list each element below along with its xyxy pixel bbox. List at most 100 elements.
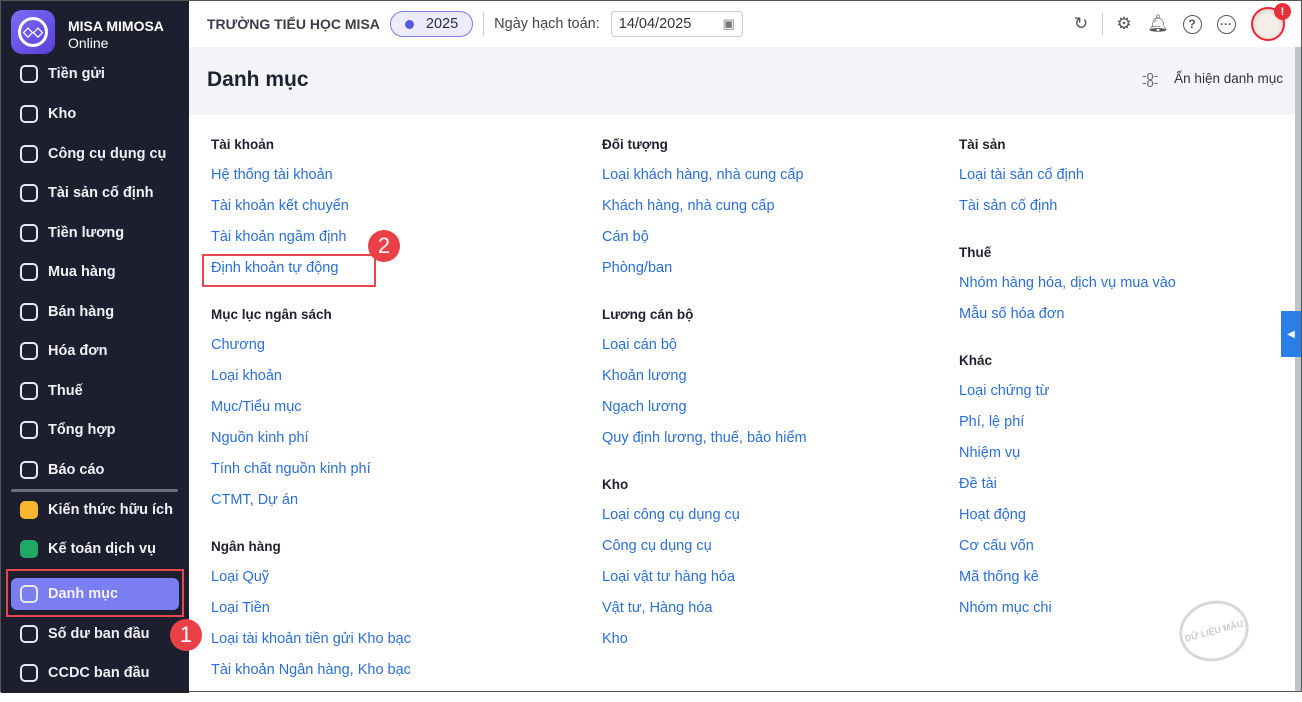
page-header-bg <box>189 47 1301 115</box>
truck-icon <box>20 184 38 202</box>
category-link[interactable]: Loại Tiền <box>211 593 411 624</box>
section-title: Lương cán bộ <box>602 307 694 322</box>
category-link[interactable]: Loại chứng từ <box>959 376 1176 407</box>
avatar[interactable]: ! <box>1251 3 1291 41</box>
sidebar-item[interactable]: Mua hàng <box>11 256 179 288</box>
category-section: Kho Loại công cụ dụng cụ Công cụ dụng cụ Lo… <box>602 470 807 655</box>
category-link[interactable]: Quy định lương, thuế, bảo hiểm <box>602 423 807 454</box>
bell-icon[interactable]: 🔔︎ <box>1141 7 1175 41</box>
sidebar-item[interactable]: Thuế <box>11 375 179 407</box>
dot-icon <box>404 19 414 29</box>
help-icon[interactable]: ? <box>1175 7 1209 41</box>
category-link[interactable]: Cán bộ <box>602 222 807 253</box>
sidebar-item[interactable]: Kế toán dịch vụ <box>11 533 179 565</box>
sidebar-item[interactable]: Bán hàng <box>11 296 179 328</box>
sidebar-item[interactable]: CCDC ban đầu <box>11 657 179 689</box>
category-link[interactable]: Loại Quỹ <box>211 562 411 593</box>
category-link[interactable]: Tài sản cố định <box>959 191 1176 222</box>
sidebar-item[interactable]: Tiền lương <box>11 217 179 249</box>
more-icon[interactable]: ··· <box>1209 7 1243 41</box>
category-link[interactable]: Vật tư, Hàng hóa <box>602 593 807 624</box>
devices-icon <box>20 664 38 682</box>
category-link[interactable]: Khoản lương <box>602 361 807 392</box>
sidebar-item[interactable]: Tiền gửi <box>11 58 179 90</box>
collapse-panel-button[interactable]: ◀ <box>1281 311 1301 357</box>
category-link[interactable]: Loại cán bộ <box>602 330 807 361</box>
gear-icon[interactable]: ⚙ <box>1107 7 1141 41</box>
category-link[interactable]: Nhóm mục chi <box>959 593 1176 624</box>
category-link[interactable]: Cơ cấu vốn <box>959 531 1176 562</box>
tax-icon <box>20 382 38 400</box>
scrollbar[interactable] <box>1295 47 1301 691</box>
section-title: Tài khoản <box>211 137 275 152</box>
category-link[interactable]: Loại khách hàng, nhà cung cấp <box>602 160 807 191</box>
category-link[interactable]: Đề tài <box>959 469 1176 500</box>
section-title: Khác <box>959 353 993 368</box>
category-link[interactable]: Loại công cụ dụng cụ <box>602 500 807 531</box>
year-selector[interactable]: 2025 <box>389 11 474 37</box>
toggle-categories-button[interactable]: -o- -o- Ẩn hiện danh mục <box>1142 69 1283 89</box>
report-icon <box>20 461 38 479</box>
sidebar-item-label: Tiền lương <box>48 225 125 241</box>
sidebar-item-label: Báo cáo <box>48 462 105 478</box>
sidebar-item-label: Tài sản cố định <box>48 185 154 201</box>
brand-sub: Online <box>68 35 109 51</box>
category-link[interactable]: Phí, lệ phí <box>959 407 1176 438</box>
category-section: Ngân hàng Loại Quỹ Loại Tiền Loại tài khoản… <box>211 532 411 686</box>
category-link[interactable]: Hệ thống tài khoản <box>211 160 411 191</box>
step-badge-1: 1 <box>170 619 202 651</box>
category-link[interactable]: Loại tài sản cố định <box>959 160 1176 191</box>
service-icon <box>20 540 38 558</box>
category-link[interactable]: Nhóm hàng hóa, dịch vụ mua vào <box>959 268 1176 299</box>
category-link[interactable]: Tài khoản Ngân hàng, Kho bạc <box>211 655 411 686</box>
caret-left-icon: ◀ <box>1287 328 1295 340</box>
category-link[interactable]: Nhiệm vụ <box>959 438 1176 469</box>
category-link[interactable]: Phòng/ban <box>602 253 807 284</box>
section-title: Thuế <box>959 245 992 260</box>
section-title: Tài sản <box>959 137 1006 152</box>
sidebar-item[interactable]: Kho <box>11 98 179 130</box>
calendar-icon[interactable]: ▣ <box>722 16 734 32</box>
sidebar-item[interactable]: Công cụ dụng cụ <box>11 138 179 170</box>
sidebar-item-label: CCDC ban đầu <box>48 665 150 681</box>
category-link[interactable]: Loại vật tư hàng hóa <box>602 562 807 593</box>
category-link[interactable]: Khách hàng, nhà cung cấp <box>602 191 807 222</box>
category-link[interactable]: Mã thống kê <box>959 562 1176 593</box>
sidebar-item-label: Số dư ban đầu <box>48 626 150 642</box>
invoice-icon <box>20 342 38 360</box>
sidebar-item[interactable]: Số dư ban đầu <box>11 618 179 650</box>
year-value: 2025 <box>425 16 459 32</box>
category-link[interactable]: CTMT, Dự án <box>211 485 411 516</box>
dollar-icon <box>20 65 38 83</box>
brand-name: MISA MIMOSA <box>68 18 164 34</box>
refresh-search-icon[interactable]: ↻ <box>1064 7 1098 41</box>
sidebar-item-label: Tổng hợp <box>48 422 116 438</box>
divider <box>1102 13 1103 35</box>
category-link[interactable]: Chương <box>211 330 411 361</box>
category-link[interactable]: Ngạch lương <box>602 392 807 423</box>
category-link[interactable]: Tài khoản kết chuyển <box>211 191 411 222</box>
misa-logo[interactable]: ◇◇ <box>11 10 55 54</box>
category-link[interactable]: Nguồn kinh phí <box>211 423 411 454</box>
sidebar-divider <box>11 489 178 492</box>
sidebar-item[interactable]: Hóa đơn <box>11 335 179 367</box>
category-link[interactable]: Loại khoản <box>211 361 411 392</box>
category-link[interactable]: Công cụ dụng cụ <box>602 531 807 562</box>
store-icon <box>20 303 38 321</box>
sidebar-item[interactable]: Tổng hợp <box>11 414 179 446</box>
category-link[interactable]: Tính chất nguồn kinh phí <box>211 454 411 485</box>
balance-icon <box>20 625 38 643</box>
sidebar-item[interactable]: Báo cáo <box>11 454 179 486</box>
category-link[interactable]: Mục/Tiểu mục <box>211 392 411 423</box>
category-link[interactable]: Loại tài khoản tiền gửi Kho bạc <box>211 624 411 655</box>
sidebar-item[interactable]: Kiến thức hữu ích <box>11 494 179 526</box>
category-link[interactable]: Hoạt động <box>959 500 1176 531</box>
sidebar-item[interactable]: Tài sản cố định <box>11 177 179 209</box>
page-title: Danh mục <box>207 68 309 91</box>
date-input[interactable]: 14/04/2025 ▣ <box>610 11 743 37</box>
cart-icon <box>20 263 38 281</box>
category-link[interactable]: Kho <box>602 624 807 655</box>
category-link[interactable]: Mẫu số hóa đơn <box>959 299 1176 330</box>
sidebar-item-label: Kho <box>48 106 77 122</box>
sidebar-item-label: Tiền gửi <box>48 66 105 82</box>
